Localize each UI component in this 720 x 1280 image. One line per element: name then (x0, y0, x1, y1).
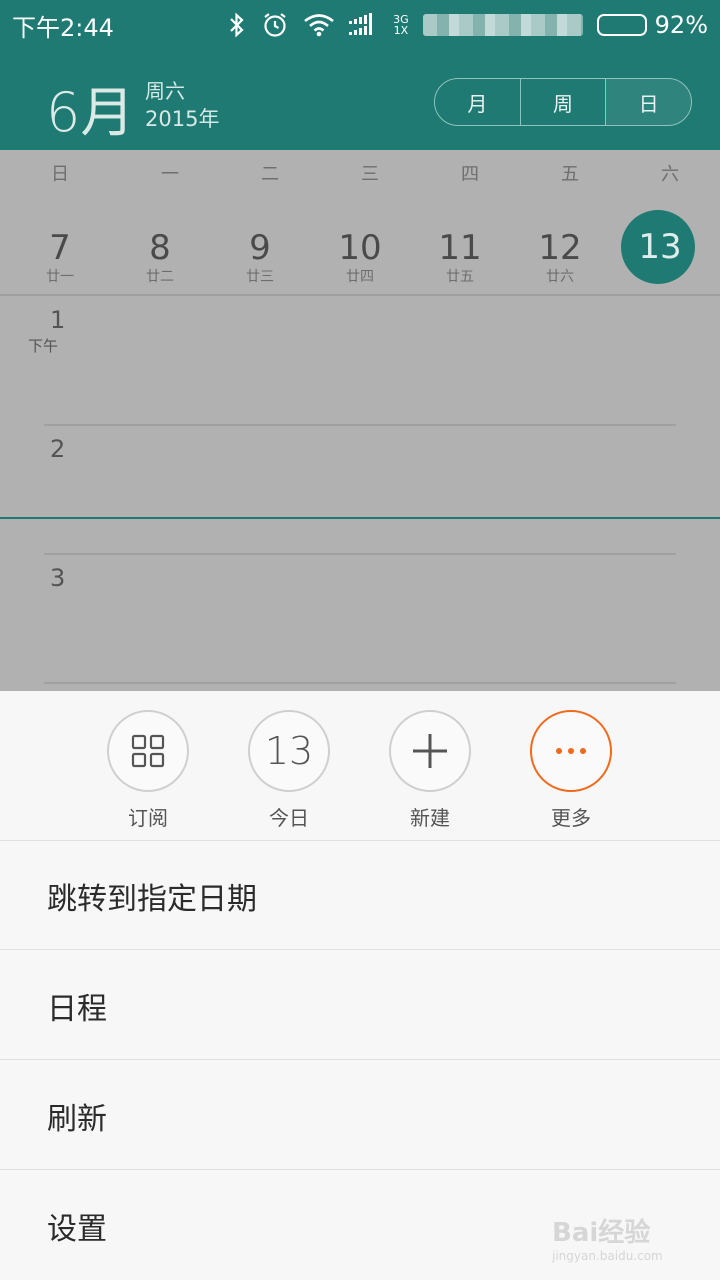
lunar-date: 廿二 (146, 269, 174, 285)
blurred-carrier (422, 14, 583, 36)
lunar-date: 廿六 (546, 269, 574, 285)
week-dates: 7 廿一 8 廿二 9 廿三 10 廿四 11 廿五 12 廿六 13 (10, 208, 710, 288)
date-cell[interactable]: 10 廿四 (310, 208, 410, 288)
subscribe-button[interactable]: 订阅 (98, 710, 198, 831)
date-cell[interactable]: 8 廿二 (110, 208, 210, 288)
alarm-icon (261, 11, 289, 39)
plus-icon (413, 734, 447, 768)
network-type: 3G 1X (393, 14, 409, 36)
new-event-label: 新建 (410, 806, 450, 830)
wifi-icon (303, 13, 335, 37)
weekday-sat: 六 (661, 164, 679, 185)
view-day-button[interactable]: 日 (606, 79, 691, 125)
battery-icon (596, 14, 647, 36)
weekday-fri: 五 (561, 164, 579, 185)
weekday-row: 日 一 二 三 四 五 六 (0, 150, 720, 200)
date-cell[interactable]: 9 廿三 (210, 208, 310, 288)
date-number: 7 (49, 228, 71, 268)
date-cell[interactable]: 11 廿五 (410, 208, 510, 288)
hour-line (44, 553, 676, 555)
status-time: 下午2:44 (12, 13, 114, 42)
weekday-sun: 日 (51, 164, 69, 185)
view-week-button[interactable]: 周 (521, 79, 607, 125)
new-event-button[interactable]: 新建 (380, 710, 480, 831)
hour-label-3: 3 (50, 564, 66, 592)
baidu-watermark: Bai经验 jingyan.baidu.com (552, 1212, 692, 1268)
subscribe-circle (107, 710, 189, 792)
calendar-header: 6月 周六 2015年 月 周 日 (0, 50, 720, 150)
dates-divider (0, 294, 720, 296)
today-button[interactable]: 13 今日 (239, 710, 339, 831)
watermark-sub: jingyan.baidu.com (552, 1249, 663, 1263)
date-number: 11 (438, 228, 482, 268)
status-bar: 下午2:44 3G 1X 92% (0, 0, 720, 50)
more-circle (530, 710, 612, 792)
lunar-date: 廿四 (346, 269, 374, 285)
menu-divider (0, 949, 720, 950)
view-switcher: 月 周 日 (434, 78, 692, 126)
signal-icon (349, 13, 379, 37)
date-number: 8 (149, 228, 171, 268)
menu-divider (0, 1059, 720, 1060)
battery-indicator: 92% (596, 11, 708, 39)
network-type-bottom: 1X (393, 24, 409, 37)
day-view: 日 一 二 三 四 五 六 7 廿一 8 廿二 9 廿三 10 廿四 11 廿五… (0, 150, 720, 691)
lunar-date: 廿一 (46, 269, 74, 285)
weekday-mon: 一 (161, 164, 179, 185)
more-menu-sheet: 订阅 13 今日 新建 更多 跳转到指定日期 日程 刷新 设置 (0, 691, 720, 1280)
month-title[interactable]: 6月 (46, 68, 134, 147)
menu-item-refresh[interactable]: 刷新 (0, 1061, 720, 1170)
more-dots-icon (556, 748, 586, 754)
current-time-line (0, 517, 720, 519)
bluetooth-icon (227, 12, 247, 38)
header-year: 2015年 (145, 107, 220, 131)
today-circle: 13 (248, 710, 330, 792)
hour-label-2: 2 (50, 435, 66, 463)
weekday-tue: 二 (261, 164, 279, 185)
menu-item-goto-date[interactable]: 跳转到指定日期 (0, 841, 720, 950)
today-label: 今日 (269, 806, 309, 830)
date-number: 9 (249, 228, 271, 268)
weekday-wed: 三 (361, 164, 379, 185)
pm-label: 下午 (28, 337, 59, 355)
date-number: 12 (538, 228, 582, 268)
hour-line (44, 682, 676, 684)
header-weekday: 周六 (145, 79, 185, 103)
selected-date-number: 13 (638, 227, 682, 267)
date-cell[interactable]: 12 廿六 (510, 208, 610, 288)
action-bar: 订阅 13 今日 新建 更多 (0, 691, 720, 841)
battery-percent: 92% (654, 11, 708, 39)
menu-divider (0, 1169, 720, 1170)
date-cell[interactable]: 7 廿一 (10, 208, 110, 288)
lunar-date: 廿三 (246, 269, 274, 285)
view-month-button[interactable]: 月 (435, 79, 521, 125)
grid-icon (131, 734, 165, 768)
hour-label-1: 1 (50, 306, 66, 334)
selected-date-cell[interactable]: 13 (610, 208, 710, 288)
more-label: 更多 (551, 806, 591, 830)
lunar-date: 廿五 (446, 269, 474, 285)
today-number: 13 (264, 729, 314, 773)
more-button[interactable]: 更多 (521, 710, 621, 831)
weekday-thu: 四 (461, 164, 479, 185)
new-event-circle (389, 710, 471, 792)
calendar-screen: 下午2:44 3G 1X 92% 6月 周六 2015年 月 周 日 日 一 二… (0, 0, 720, 1280)
date-number: 10 (338, 228, 382, 268)
subscribe-label: 订阅 (128, 806, 168, 830)
status-icons: 3G 1X 92% (227, 11, 708, 39)
hour-line (44, 424, 676, 426)
watermark-main: Bai经验 (552, 1218, 651, 1248)
menu-item-schedule[interactable]: 日程 (0, 951, 720, 1060)
